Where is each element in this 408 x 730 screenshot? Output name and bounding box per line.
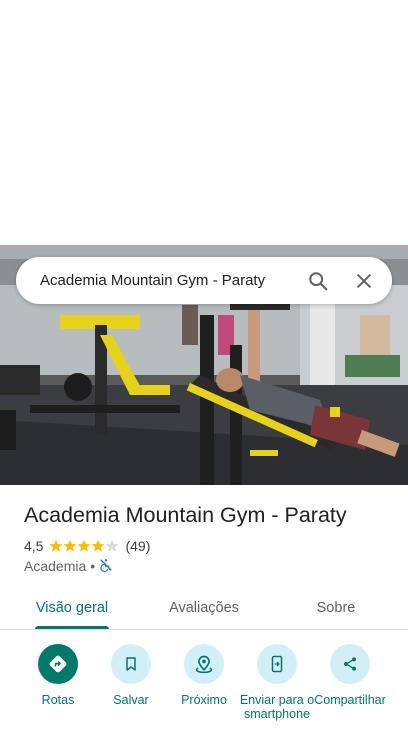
send-to-phone-label: Enviar para o smartphone xyxy=(239,693,315,721)
send-to-phone-button[interactable]: Enviar para o smartphone xyxy=(237,644,317,721)
share-icon xyxy=(330,644,370,684)
search-icon[interactable] xyxy=(298,261,338,301)
tab-avaliacoes[interactable]: Avaliações xyxy=(150,586,258,630)
star-icon xyxy=(92,539,105,552)
star-empty-icon xyxy=(106,539,119,552)
active-tab-indicator xyxy=(35,626,109,629)
wheelchair-not-accessible-icon xyxy=(99,558,113,575)
save-label: Salvar xyxy=(113,693,149,707)
directions-button[interactable]: Rotas xyxy=(18,644,98,707)
rating-value: 4,5 xyxy=(24,538,44,554)
nearby-label: Próximo xyxy=(181,693,227,707)
save-button[interactable]: Salvar xyxy=(91,644,171,707)
place-category: Academia xyxy=(24,558,87,574)
share-label: Compartilhar xyxy=(314,693,386,707)
search-bar[interactable]: Academia Mountain Gym - Paraty xyxy=(16,257,392,304)
directions-icon xyxy=(38,644,78,684)
action-bar: Rotas Salvar Próximo Enviar para o smart… xyxy=(0,640,408,730)
map-blank-area xyxy=(0,0,408,245)
tab-visao-geral[interactable]: Visão geral xyxy=(20,586,124,630)
share-button[interactable]: Compartilhar xyxy=(310,644,390,707)
tab-sobre[interactable]: Sobre xyxy=(290,586,382,630)
search-input[interactable]: Academia Mountain Gym - Paraty xyxy=(40,272,298,289)
nearby-icon xyxy=(184,644,224,684)
review-count[interactable]: (49) xyxy=(125,538,150,554)
star-icon xyxy=(50,539,63,552)
place-tabs: Visão geral Avaliações Sobre xyxy=(0,586,408,630)
close-icon[interactable] xyxy=(344,261,384,301)
star-rating xyxy=(49,539,119,553)
bookmark-icon xyxy=(111,644,151,684)
separator: • xyxy=(90,558,96,574)
rating-row[interactable]: 4,5 (49) xyxy=(24,537,150,555)
category-row: Academia • xyxy=(24,557,113,575)
send-to-phone-icon xyxy=(257,644,297,684)
place-title: Academia Mountain Gym - Paraty xyxy=(24,503,347,527)
directions-label: Rotas xyxy=(41,693,75,707)
star-icon xyxy=(78,539,91,552)
nearby-button[interactable]: Próximo xyxy=(164,644,244,707)
star-icon xyxy=(64,539,77,552)
